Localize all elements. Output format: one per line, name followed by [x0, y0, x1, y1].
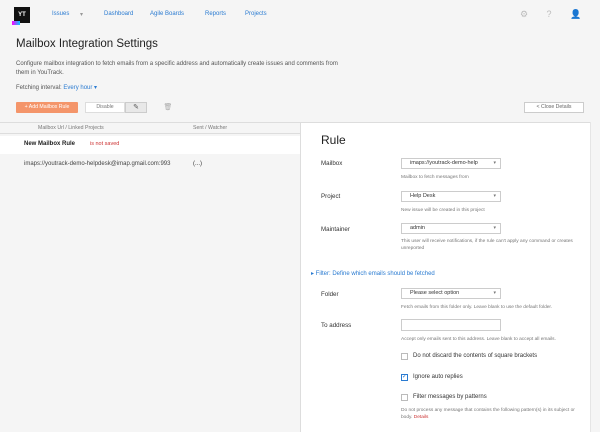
- nav-issues[interactable]: Issues: [52, 11, 69, 17]
- to-address-label: To address: [321, 322, 352, 329]
- nav-reports[interactable]: Reports: [205, 11, 226, 17]
- fetch-interval: Fetching interval: Every hour ▾: [16, 84, 97, 91]
- interval-label: Fetching interval:: [16, 85, 62, 91]
- filter-patterns-hint: Do not process any message that contains…: [401, 408, 581, 421]
- maintainer-value: admin: [410, 225, 425, 231]
- rule-name: imaps://youtrack-demo-helpdesk@imap.gmai…: [24, 161, 171, 167]
- folder-hint: Fetch emails from this folder only. Leav…: [401, 305, 553, 310]
- chevron-down-icon: ▾: [493, 225, 496, 231]
- filter-section-toggle[interactable]: ▸ Filter: Define which emails should be …: [311, 270, 435, 277]
- top-bar: YT Issues ▾ Dashboard Agile Boards Repor…: [0, 0, 600, 30]
- nav-projects[interactable]: Projects: [245, 11, 267, 17]
- folder-value: Please select option: [410, 290, 460, 296]
- to-address-input[interactable]: [401, 319, 501, 331]
- table-header: Mailbox Url / Linked Projects Sent / Wat…: [0, 122, 300, 134]
- chevron-down-icon: ▾: [493, 193, 496, 199]
- user-icon[interactable]: 👤: [570, 9, 581, 19]
- youtrack-logo[interactable]: YT: [12, 7, 30, 25]
- project-label: Project: [321, 193, 341, 200]
- chevron-down-icon: ▾: [493, 290, 496, 296]
- maintainer-label: Maintainer: [321, 226, 350, 233]
- gear-icon[interactable]: ⚙: [519, 9, 529, 19]
- close-details-button[interactable]: < Close Details: [524, 102, 584, 113]
- nav-issues-dropdown[interactable]: ▾: [80, 11, 83, 18]
- column-sent[interactable]: Sent / Watcher: [193, 125, 227, 131]
- table-row[interactable]: imaps://youtrack-demo-helpdesk@imap.gmai…: [0, 156, 300, 174]
- rule-details-panel: Rule Mailbox imaps://youtrack-demo-help …: [300, 122, 590, 432]
- project-hint: New issue will be created in this projec…: [401, 208, 485, 213]
- ignore-auto-replies-checkbox[interactable]: ✓: [401, 374, 408, 381]
- rule-status: is not saved: [90, 141, 120, 147]
- column-mailbox[interactable]: Mailbox Url / Linked Projects: [38, 125, 104, 131]
- rule-name: New Mailbox Rule: [24, 141, 76, 147]
- mailbox-select[interactable]: imaps://youtrack-demo-help ▾: [401, 158, 501, 169]
- details-link[interactable]: Details: [414, 415, 429, 420]
- help-icon[interactable]: ?: [544, 9, 554, 19]
- nav-dashboard[interactable]: Dashboard: [104, 11, 133, 17]
- folder-select[interactable]: Please select option ▾: [401, 288, 501, 299]
- rule-status: (...): [193, 161, 202, 167]
- ignore-auto-replies-label: Ignore auto replies: [413, 374, 463, 380]
- chevron-down-icon: ▾: [493, 160, 496, 166]
- pencil-icon[interactable]: ✎: [125, 102, 147, 113]
- interval-dropdown[interactable]: Every hour ▾: [63, 85, 97, 91]
- project-select[interactable]: Help Desk ▾: [401, 191, 501, 202]
- mailbox-value: imaps://youtrack-demo-help: [410, 160, 478, 166]
- project-value: Help Desk: [410, 193, 436, 199]
- disable-button[interactable]: Disable: [85, 102, 125, 113]
- filter-patterns-checkbox[interactable]: [401, 394, 408, 401]
- keep-brackets-checkbox[interactable]: [401, 353, 408, 360]
- filter-patterns-label: Filter messages by patterns: [413, 394, 487, 400]
- maintainer-select[interactable]: admin ▾: [401, 223, 501, 234]
- trash-icon[interactable]: 🗑: [157, 102, 179, 113]
- add-mailbox-rule-button[interactable]: + Add Mailbox Rule: [16, 102, 78, 113]
- keep-brackets-label: Do not discard the contents of square br…: [413, 353, 538, 359]
- panel-title: Rule: [321, 133, 346, 147]
- to-address-hint: Accept only emails sent to this address.…: [401, 337, 556, 342]
- page-description: Configure mailbox integration to fetch e…: [16, 61, 338, 76]
- folder-label: Folder: [321, 291, 339, 298]
- nav-agile-boards[interactable]: Agile Boards: [150, 11, 184, 17]
- maintainer-hint: This user will receive notifications, if…: [401, 239, 573, 251]
- table-row[interactable]: New Mailbox Rule is not saved: [0, 136, 300, 154]
- mailbox-label: Mailbox: [321, 160, 343, 167]
- page-title: Mailbox Integration Settings: [16, 38, 158, 50]
- mailbox-hint: Mailbox to fetch messages from: [401, 175, 469, 180]
- panel-scrollbar[interactable]: [590, 122, 600, 432]
